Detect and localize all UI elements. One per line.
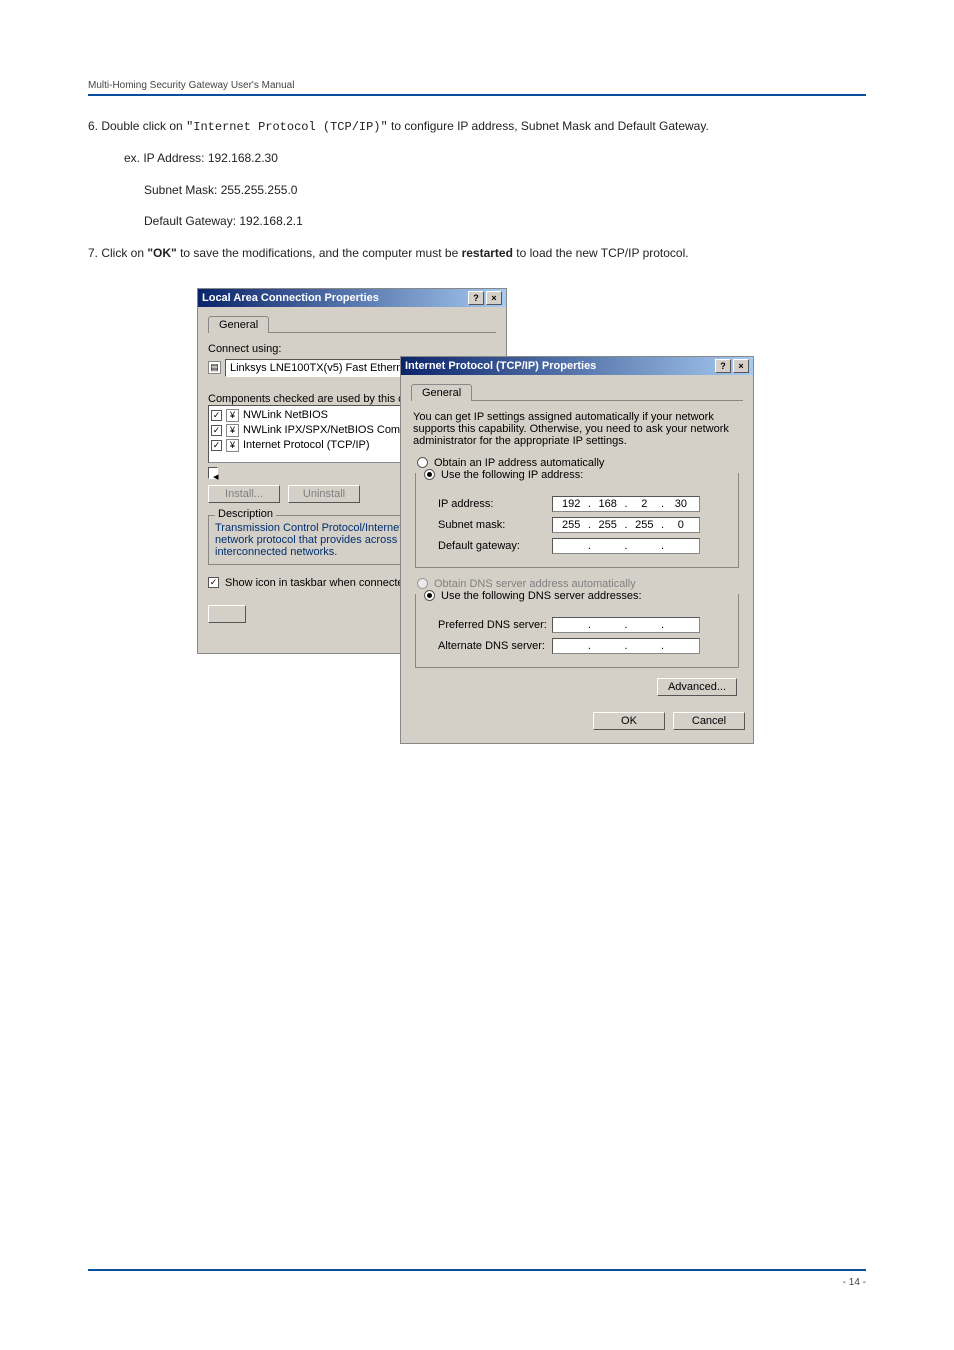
step6-post: to configure IP address, Subnet Mask and… [391,119,709,133]
ip-fieldset: Use the following IP address: IP address… [415,473,739,568]
help-icon[interactable]: ? [715,359,731,373]
step7-restart: restarted [462,246,513,260]
help-icon[interactable]: ? [468,291,484,305]
footer-rule [88,1269,866,1271]
instruction-text: 6. Double click on "Internet Protocol (T… [88,118,866,262]
ip-octet[interactable]: 2 [631,498,657,510]
install-button[interactable]: Install... [208,485,280,503]
radio-use-dns-label: Use the following DNS server addresses: [441,590,642,602]
ip-octet[interactable]: 255 [595,519,621,531]
alternate-dns-input[interactable]: . . . [552,638,700,654]
close-icon[interactable]: × [486,291,502,305]
ip-octet[interactable]: 255 [631,519,657,531]
show-icon-label: Show icon in taskbar when connected [225,577,410,589]
ip-octet[interactable]: 30 [668,498,694,510]
tab-general[interactable]: General [208,316,269,333]
radio-obtain-dns-label: Obtain DNS server address automatically [434,578,636,590]
radio-obtain-ip-label: Obtain an IP address automatically [434,457,604,469]
protocol-icon: ¥ [226,409,239,422]
step7-mid: to save the modifications, and the compu… [180,246,461,260]
list-item-label: NWLink NetBIOS [243,409,328,421]
radio-obtain-ip[interactable] [417,457,428,468]
example-mask: Subnet Mask: 255.255.255.0 [144,182,866,199]
lac-titlebar[interactable]: Local Area Connection Properties ? × [198,289,506,307]
description-legend: Description [215,508,276,520]
truncated-button[interactable] [208,605,246,623]
ip-octet[interactable]: 255 [558,519,584,531]
step7-post: to load the new TCP/IP protocol. [516,246,688,260]
screenshot-figure: Local Area Connection Properties ? × Gen… [197,288,757,744]
adapter-icon: ▤ [208,361,221,374]
lac-title: Local Area Connection Properties [202,289,379,307]
step7-ok: "OK" [147,246,176,260]
ip-octet[interactable]: 168 [595,498,621,510]
step7-pre: 7. Click on [88,246,147,260]
close-icon[interactable]: × [733,359,749,373]
alternate-dns-label: Alternate DNS server: [422,640,552,652]
ip-address-input[interactable]: 192. 168. 2. 30 [552,496,700,512]
step6-pre: 6. Double click on [88,119,186,133]
example-gw: Default Gateway: 192.168.2.1 [144,213,866,230]
gateway-label: Default gateway: [422,540,552,552]
subnet-mask-label: Subnet mask: [422,519,552,531]
protocol-icon: ¥ [226,424,239,437]
ok-button[interactable]: OK [593,712,665,730]
uninstall-button[interactable]: Uninstall [288,485,360,503]
protocol-icon: ¥ [226,439,239,452]
dns-fieldset: Use the following DNS server addresses: … [415,594,739,668]
scroll-left-icon[interactable]: ◂ [208,467,218,479]
tcpip-title: Internet Protocol (TCP/IP) Properties [405,357,596,375]
page-footer: - 14 - [88,1269,866,1288]
header-rule [88,94,866,96]
preferred-dns-label: Preferred DNS server: [422,619,552,631]
cancel-button[interactable]: Cancel [673,712,745,730]
gateway-input[interactable]: . . . [552,538,700,554]
tcpip-properties-dialog: Internet Protocol (TCP/IP) Properties ? … [400,356,754,744]
radio-obtain-dns [417,578,428,589]
checkbox-icon[interactable]: ✓ [211,440,222,451]
example-ip: ex. IP Address: 192.168.2.30 [124,150,866,167]
connect-using-label: Connect using: [208,343,496,355]
preferred-dns-input[interactable]: . . . [552,617,700,633]
show-icon-checkbox[interactable]: ✓ [208,577,219,588]
doc-header: Multi-Homing Security Gateway User's Man… [88,80,866,91]
list-item-label: NWLink IPX/SPX/NetBIOS Comp [243,424,406,436]
checkbox-icon[interactable]: ✓ [211,410,222,421]
tcpip-intro: You can get IP settings assigned automat… [413,411,741,447]
radio-use-ip[interactable] [424,469,435,480]
tcpip-titlebar[interactable]: Internet Protocol (TCP/IP) Properties ? … [401,357,753,375]
step6-label: "Internet Protocol (TCP/IP)" [186,120,388,134]
tab-general[interactable]: General [411,384,472,401]
ip-octet[interactable]: 0 [668,519,694,531]
subnet-mask-input[interactable]: 255. 255. 255. 0 [552,517,700,533]
list-item-label: Internet Protocol (TCP/IP) [243,439,370,451]
advanced-button[interactable]: Advanced... [657,678,737,696]
radio-use-dns[interactable] [424,590,435,601]
ip-octet[interactable]: 192 [558,498,584,510]
page-number: - 14 - [843,1277,866,1288]
radio-use-ip-label: Use the following IP address: [441,469,583,481]
checkbox-icon[interactable]: ✓ [211,425,222,436]
ip-address-label: IP address: [422,498,552,510]
